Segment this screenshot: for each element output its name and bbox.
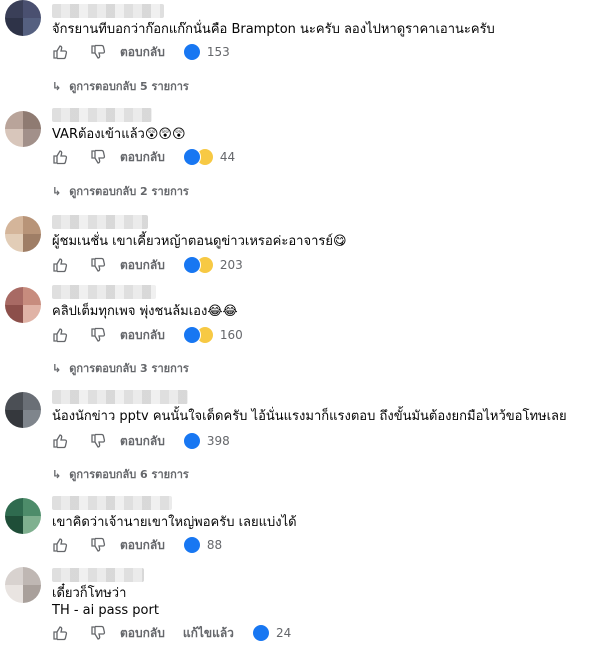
like-reaction-icon bbox=[182, 326, 201, 344]
commenter-name[interactable] bbox=[52, 4, 164, 18]
commenter-name[interactable] bbox=[52, 496, 172, 510]
reaction-summary[interactable]: 160 bbox=[182, 326, 243, 344]
view-replies-link[interactable]: ↳ ดูการตอบกลับ 2 รายการ bbox=[52, 182, 189, 200]
view-replies-label: ดูการตอบกลับ 5 รายการ bbox=[69, 80, 189, 93]
avatar[interactable] bbox=[5, 567, 41, 603]
thumbs-up-icon[interactable] bbox=[52, 149, 68, 165]
view-replies-link[interactable]: ↳ ดูการตอบกลับ 3 รายการ bbox=[52, 359, 189, 377]
comment-text: ผู้ชมเนชั่น เขาเคี้ยวหญ้าตอนดูข่าวเหรอค่… bbox=[52, 234, 347, 249]
like-reaction-icon bbox=[182, 536, 201, 554]
reaction-summary[interactable]: 88 bbox=[182, 536, 223, 554]
comment-actions: ตอบกลับ 160 bbox=[52, 326, 243, 344]
reply-button[interactable]: ตอบกลับ bbox=[120, 256, 165, 275]
comment-actions: ตอบกลับ แก้ไขแล้ว 24 bbox=[52, 624, 291, 642]
comment-text: เขาคิดว่าเจ้านายเขาใหญ่พอครับ เลยแบ่งได้ bbox=[52, 515, 297, 530]
reaction-count: 398 bbox=[206, 434, 230, 448]
comment-actions: ตอบกลับ 44 bbox=[52, 148, 235, 166]
reply-button[interactable]: ตอบกลับ bbox=[120, 432, 165, 451]
reaction-count: 24 bbox=[275, 626, 292, 640]
thumbs-up-icon[interactable] bbox=[52, 327, 68, 343]
reply-arrow-icon: ↳ bbox=[52, 184, 62, 198]
comment-actions: ตอบกลับ 88 bbox=[52, 536, 222, 554]
thumbs-down-icon[interactable] bbox=[90, 44, 106, 60]
reaction-count: 153 bbox=[206, 45, 230, 59]
reaction-count: 44 bbox=[219, 150, 236, 164]
reply-arrow-icon: ↳ bbox=[52, 361, 62, 375]
commenter-name[interactable] bbox=[52, 108, 152, 122]
thumbs-down-icon[interactable] bbox=[90, 327, 106, 343]
thumbs-up-icon[interactable] bbox=[52, 433, 68, 449]
comment-actions: ตอบกลับ 203 bbox=[52, 256, 243, 274]
reply-button[interactable]: ตอบกลับ bbox=[120, 326, 165, 345]
reaction-count: 88 bbox=[206, 538, 223, 552]
comment-text: จักรยานทีบอกว่าก๊อกแก๊กนั่นคือ Brampton … bbox=[52, 22, 495, 37]
reaction-summary[interactable]: 24 bbox=[251, 624, 292, 642]
commenter-name[interactable] bbox=[52, 390, 188, 404]
view-replies-label: ดูการตอบกลับ 6 รายการ bbox=[69, 468, 189, 481]
comment-text: VARต้องเข้าแล้ว😲😲😲 bbox=[52, 127, 186, 142]
thumbs-down-icon[interactable] bbox=[90, 257, 106, 273]
reply-button[interactable]: ตอบกลับ bbox=[120, 43, 165, 62]
reply-button[interactable]: ตอบกลับ bbox=[120, 624, 165, 643]
thumbs-up-icon[interactable] bbox=[52, 257, 68, 273]
thumbs-down-icon[interactable] bbox=[90, 433, 106, 449]
comment-text: เดี๋ยวก็โทษว่า bbox=[52, 586, 127, 601]
comment-text: น้องนักข่าว pptv คนนั้นใจเด็ดครับ ไอ้นั่… bbox=[52, 409, 567, 424]
comment-text-line-2: TH - ai pass port bbox=[52, 603, 159, 618]
avatar[interactable] bbox=[5, 392, 41, 428]
comment-actions: ตอบกลับ 153 bbox=[52, 43, 230, 61]
reaction-summary[interactable]: 398 bbox=[182, 432, 230, 450]
view-replies-label: ดูการตอบกลับ 3 รายการ bbox=[69, 362, 189, 375]
like-reaction-icon bbox=[182, 43, 201, 61]
commenter-name[interactable] bbox=[52, 285, 156, 299]
view-replies-label: ดูการตอบกลับ 2 รายการ bbox=[69, 185, 189, 198]
reply-arrow-icon: ↳ bbox=[52, 467, 62, 481]
edited-label[interactable]: แก้ไขแล้ว bbox=[183, 624, 234, 643]
like-reaction-icon bbox=[182, 432, 201, 450]
reaction-count: 203 bbox=[219, 258, 243, 272]
like-reaction-icon bbox=[251, 624, 270, 642]
commenter-name[interactable] bbox=[52, 568, 144, 582]
like-reaction-icon bbox=[182, 256, 201, 274]
avatar[interactable] bbox=[5, 0, 41, 36]
view-replies-link[interactable]: ↳ ดูการตอบกลับ 5 รายการ bbox=[52, 77, 189, 95]
thumbs-up-icon[interactable] bbox=[52, 625, 68, 641]
view-replies-link[interactable]: ↳ ดูการตอบกลับ 6 รายการ bbox=[52, 465, 189, 483]
thumbs-up-icon[interactable] bbox=[52, 44, 68, 60]
reaction-summary[interactable]: 203 bbox=[182, 256, 243, 274]
reaction-summary[interactable]: 44 bbox=[182, 148, 236, 166]
comment-text: คลิปเต็มทุกเพจ พุ่งชนล้มเอง😂😂 bbox=[52, 304, 238, 319]
avatar[interactable] bbox=[5, 498, 41, 534]
reply-button[interactable]: ตอบกลับ bbox=[120, 148, 165, 167]
thumbs-up-icon[interactable] bbox=[52, 537, 68, 553]
thumbs-down-icon[interactable] bbox=[90, 149, 106, 165]
comment-actions: ตอบกลับ 398 bbox=[52, 432, 230, 450]
thumbs-down-icon[interactable] bbox=[90, 625, 106, 641]
reaction-summary[interactable]: 153 bbox=[182, 43, 230, 61]
like-reaction-icon bbox=[182, 148, 201, 166]
avatar[interactable] bbox=[5, 287, 41, 323]
commenter-name[interactable] bbox=[52, 215, 148, 229]
reply-button[interactable]: ตอบกลับ bbox=[120, 536, 165, 555]
reaction-count: 160 bbox=[219, 328, 243, 342]
reply-arrow-icon: ↳ bbox=[52, 79, 62, 93]
avatar[interactable] bbox=[5, 111, 41, 147]
thumbs-down-icon[interactable] bbox=[90, 537, 106, 553]
avatar[interactable] bbox=[5, 216, 41, 252]
